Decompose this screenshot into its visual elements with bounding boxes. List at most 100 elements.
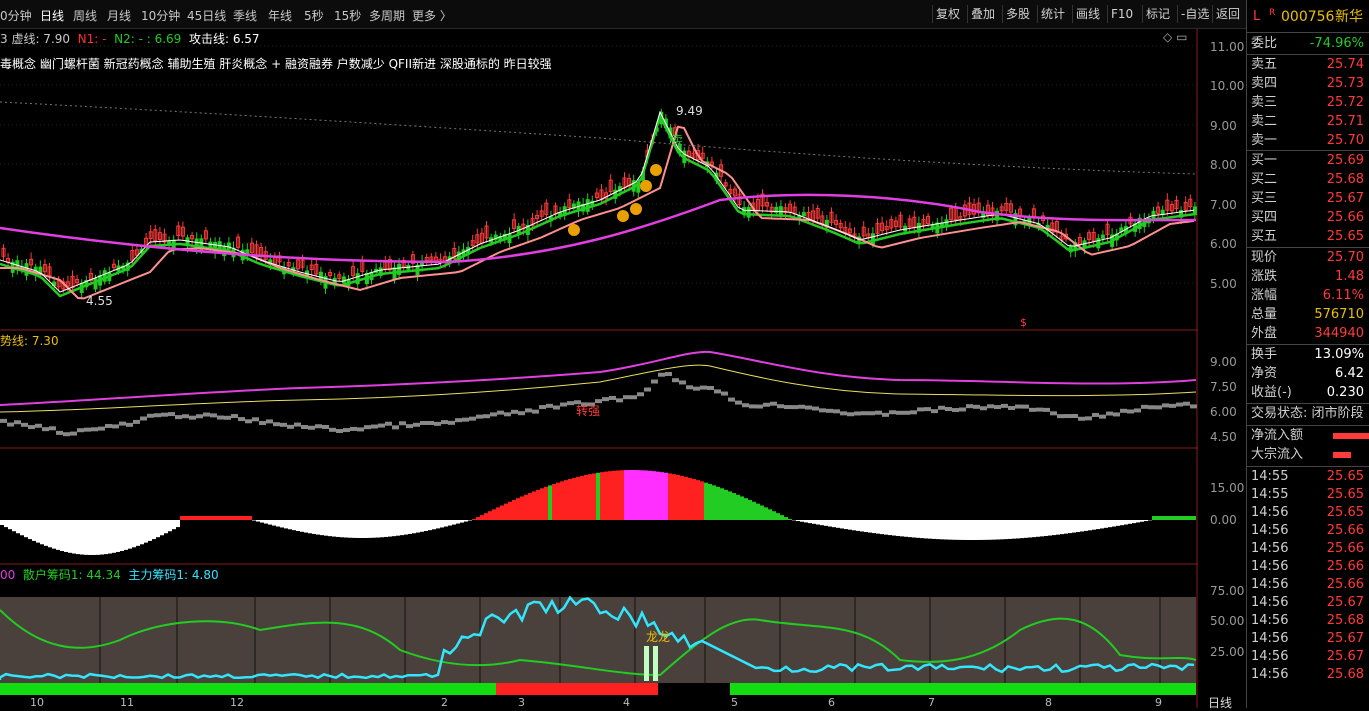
trend-step (217, 416, 224, 420)
adjust-button[interactable]: 复权 (932, 5, 963, 23)
chart-options-icons[interactable]: ◇ ▭ (1163, 30, 1187, 44)
histogram-bar (648, 471, 652, 520)
back-button[interactable]: 返回 (1212, 5, 1243, 23)
histogram-bar (1120, 520, 1124, 525)
histogram-bar (964, 520, 968, 540)
trend-step (259, 421, 266, 425)
overlay-button[interactable]: 叠加 (967, 5, 998, 23)
trend-step (854, 411, 861, 415)
trend-step (343, 428, 350, 432)
trend-step (1057, 414, 1064, 418)
trend-step (504, 412, 511, 416)
trend-magenta (0, 352, 1196, 405)
ask-row: 卖二25.71 (1247, 113, 1369, 131)
histogram-bar (160, 520, 164, 535)
diamond-icon[interactable]: ◇ (1163, 30, 1172, 44)
histogram-bar (1008, 520, 1012, 539)
histogram-bar (88, 520, 92, 555)
histogram-bar (272, 520, 276, 526)
tab-yearly[interactable]: 年线 (268, 7, 292, 24)
histogram-bar (820, 520, 824, 525)
period-corner-label[interactable]: 日线 (1208, 694, 1232, 711)
histogram-bar (324, 520, 328, 536)
histogram-bar (208, 516, 212, 520)
remove-watchlist-button[interactable]: -自选 (1177, 5, 1212, 23)
tab-weekly[interactable]: 周线 (73, 7, 97, 24)
tab-daily[interactable]: 日线 (40, 7, 64, 24)
f10-button[interactable]: F10 (1107, 5, 1136, 23)
histogram-bar (420, 520, 424, 532)
tab-10min[interactable]: 10分钟 (141, 7, 180, 24)
trend-step (1043, 408, 1050, 412)
trend-step (91, 427, 98, 431)
stat-row: 换手13.09% (1247, 346, 1369, 364)
trend-step (1148, 405, 1155, 409)
axis4-25: 25.00 (1198, 645, 1246, 659)
trend-step (847, 412, 854, 416)
histogram-bar (1100, 520, 1104, 528)
ask-row: 卖一25.70 (1247, 132, 1369, 150)
window-icon[interactable]: ▭ (1176, 30, 1187, 44)
axis3-15: 15.00 (1198, 481, 1246, 495)
kline-chart-area[interactable] (0, 0, 1198, 708)
histogram-bar (392, 520, 396, 536)
histogram-bar (976, 520, 980, 540)
histogram-bar (1060, 520, 1064, 534)
tab-multi-period[interactable]: 多周期 (369, 7, 405, 24)
histogram-bar (140, 520, 144, 544)
trend-step (938, 406, 945, 410)
histogram-bar (952, 520, 956, 540)
weibi-value: -74.96% (1310, 35, 1364, 53)
histogram-bar (152, 520, 156, 539)
histogram-bar (804, 520, 808, 522)
trend-step (1162, 403, 1169, 407)
trend-step (630, 395, 637, 399)
tab-45day[interactable]: 45日线 (187, 7, 226, 24)
tab-15sec[interactable]: 15秒 (334, 7, 361, 24)
histogram-bar (372, 520, 376, 538)
chip-legend: 00 散户筹码1: 44.34 主力筹码1: 4.80 (0, 566, 219, 583)
histogram-bar (692, 479, 696, 520)
trend-step (462, 418, 469, 422)
histogram-bar (404, 520, 408, 535)
tab-monthly[interactable]: 月线 (107, 7, 131, 24)
histogram-bar (232, 516, 236, 520)
tick-row: 14:5625.65 (1247, 504, 1369, 522)
tab-quarterly[interactable]: 季线 (233, 7, 257, 24)
histogram-bar (972, 520, 976, 540)
histogram-bar (428, 520, 432, 530)
histogram-bar (732, 493, 736, 520)
trend-step (1008, 406, 1015, 410)
histogram-bar (896, 520, 900, 536)
histogram-bar (756, 504, 760, 520)
histogram-bar (652, 471, 656, 520)
histogram-bar (536, 490, 540, 520)
tick-row: 14:5625.67 (1247, 648, 1369, 666)
histogram-bar (660, 472, 664, 520)
draw-line-button[interactable]: 画线 (1072, 5, 1103, 23)
tab-0min[interactable]: 0分钟 (0, 7, 32, 24)
histogram-bar (256, 520, 260, 522)
histogram-bar (588, 474, 592, 520)
dragon-label: 龙龙 (646, 628, 670, 645)
histogram-bar (892, 520, 896, 536)
histogram-bar (1064, 520, 1068, 534)
axis-9: 9.00 (1198, 119, 1246, 133)
trend-legend: 势线: 7.30 (0, 332, 59, 349)
trend-step (119, 422, 126, 426)
histogram-bar (360, 520, 364, 538)
trend-step (735, 401, 742, 405)
statistics-button[interactable]: 统计 (1037, 5, 1068, 23)
tab-5sec[interactable]: 5秒 (304, 7, 324, 24)
multi-stock-button[interactable]: 多股 (1002, 5, 1033, 23)
histogram-bar (252, 520, 256, 521)
histogram-bar (612, 471, 616, 520)
trend-step (882, 413, 889, 417)
histogram-bar (540, 488, 544, 520)
trend-step (840, 411, 847, 415)
histogram-bar (56, 520, 60, 550)
ask-row: 卖四25.73 (1247, 75, 1369, 93)
histogram-bar (696, 480, 700, 520)
tab-more[interactable]: 更多 〉 (412, 7, 452, 24)
mark-button[interactable]: 标记 (1142, 5, 1173, 23)
